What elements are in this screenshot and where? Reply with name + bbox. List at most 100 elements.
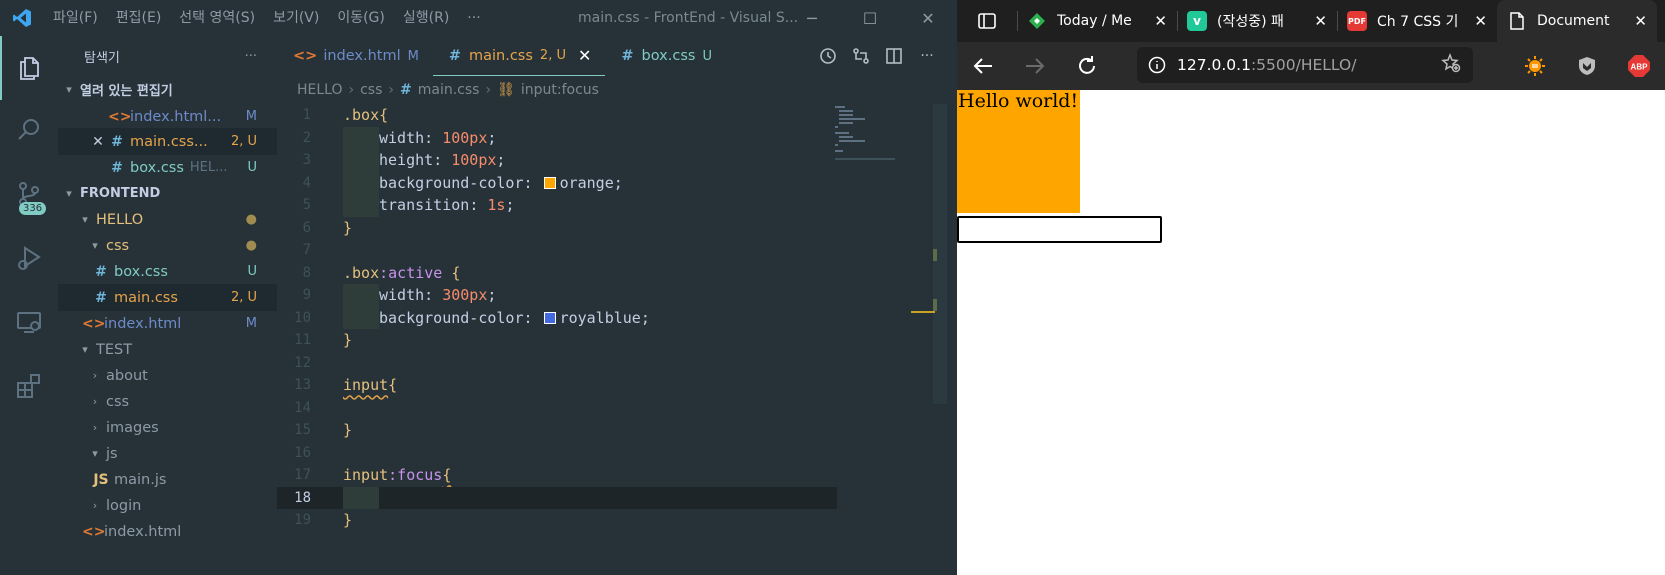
file-item[interactable]: JS main.js [58, 466, 277, 493]
back-icon[interactable] [957, 42, 1009, 90]
menu-go[interactable]: 이동(G) [328, 0, 394, 36]
close-tab-icon[interactable]: ✕ [1634, 12, 1647, 30]
menu-run[interactable]: 실행(R) [394, 0, 458, 36]
menu-more[interactable]: ··· [458, 0, 489, 36]
timeline-icon[interactable] [818, 46, 838, 66]
close-tab-icon[interactable]: ✕ [1154, 12, 1167, 30]
tab-box-css[interactable]: # box.css U [605, 36, 726, 76]
browser-tab[interactable]: Today / Me ✕ [1017, 0, 1177, 42]
folder-item[interactable]: › images [58, 414, 277, 441]
chevron-down-icon: ▾ [92, 239, 98, 252]
split-editor-icon[interactable] [884, 46, 904, 66]
code-line: 1 .box{ [277, 104, 837, 127]
css-selector: .box [343, 263, 380, 282]
code-line: 15 } [277, 419, 837, 442]
folder-item[interactable]: ▾ js [58, 440, 277, 467]
line-number: 11 [294, 332, 311, 349]
adblock-label: ABP [1631, 63, 1649, 72]
file-item[interactable]: # main.css 2, U [58, 284, 277, 311]
close-editor-icon[interactable]: ✕ [88, 134, 108, 150]
site-info-icon[interactable] [1137, 56, 1177, 74]
line-number: 2 [302, 129, 311, 146]
breadcrumb-item[interactable]: HELLO [297, 82, 343, 98]
close-brace: } [343, 421, 353, 440]
sun-extension-icon[interactable] [1509, 55, 1561, 77]
address-bar[interactable]: 127.0.0.1:5500/HELLO/ [1137, 47, 1473, 83]
remote-explorer-activity[interactable] [0, 292, 58, 356]
css-property: height [379, 151, 434, 170]
css-pseudo-class: :focus [388, 466, 443, 485]
scm-badge: 336 [19, 202, 47, 215]
adblock-icon[interactable]: ABP [1613, 54, 1665, 78]
close-icon[interactable]: ✕ [899, 0, 957, 36]
add-favorite-icon[interactable] [1441, 52, 1461, 77]
workspace-header[interactable]: ▾ FRONTEND [58, 180, 277, 207]
screen: 파일(F) 편집(E) 선택 영역(S) 보기(V) 이동(G) 실행(R) ·… [0, 0, 1665, 575]
folder-item[interactable]: ▾ HELLO ● [58, 206, 277, 233]
menu-file[interactable]: 파일(F) [44, 0, 107, 36]
code-line: 19 } [277, 509, 837, 532]
open-editor-item[interactable]: <> index.html... M [58, 103, 277, 130]
more-actions-icon[interactable]: ··· [917, 46, 937, 66]
code-editor[interactable]: 1 .box{ 2 width: 100px; 3 height: 100px;… [277, 104, 957, 575]
breadcrumb-item[interactable]: input:focus [521, 82, 599, 98]
orange-box[interactable]: Hello world! [957, 90, 1080, 213]
minimap[interactable] [835, 104, 895, 164]
tab-main-css[interactable]: # main.css 2, U ✕ [432, 36, 606, 76]
shield-extension-icon[interactable] [1561, 55, 1613, 77]
file-item[interactable]: <> index.html [58, 518, 277, 545]
menu-view[interactable]: 보기(V) [264, 0, 328, 36]
css-file-icon: # [621, 48, 634, 64]
search-icon [15, 116, 43, 148]
file-item[interactable]: # box.css U [58, 258, 277, 285]
folder-item[interactable]: ▾ TEST [58, 336, 277, 363]
compare-changes-icon[interactable] [851, 46, 871, 66]
close-tab-icon[interactable]: ✕ [578, 46, 591, 65]
run-debug-activity[interactable] [0, 228, 58, 292]
page-text-input[interactable] [957, 216, 1162, 243]
breadcrumb-item[interactable]: css [360, 82, 382, 98]
close-tab-icon[interactable]: ✕ [1474, 12, 1487, 30]
file-item[interactable]: <> index.html M [58, 310, 277, 337]
refresh-icon[interactable] [1061, 42, 1113, 90]
chevron-down-icon: ▾ [82, 213, 88, 226]
url-path: :5500/HELLO/ [1250, 56, 1357, 74]
browser-tab-active[interactable]: Document ✕ [1497, 0, 1657, 42]
source-control-activity[interactable]: 336 [0, 164, 58, 228]
minimize-icon[interactable]: ─ [783, 0, 841, 36]
file-name: index.html [104, 523, 182, 540]
forward-icon[interactable] [1009, 42, 1061, 90]
folder-name: HELLO [96, 211, 144, 228]
folder-item[interactable]: › about [58, 362, 277, 389]
open-editors-header[interactable]: ▾ 열려 있는 편집기 [58, 76, 277, 103]
css-file-icon: # [95, 263, 107, 280]
browser-toolbar: 127.0.0.1:5500/HELLO/ ABP [957, 42, 1665, 90]
maximize-icon[interactable]: ☐ [841, 0, 899, 36]
extensions-activity[interactable] [0, 356, 58, 420]
browser-tab[interactable]: v (작성중) 패 ✕ [1177, 0, 1337, 42]
open-editor-item[interactable]: ✕ # main.css... 2, U [58, 128, 277, 155]
browser-tab[interactable]: PDF Ch 7 CSS 기 ✕ [1337, 0, 1497, 42]
close-tab-icon[interactable]: ✕ [1314, 12, 1327, 30]
menu-selection[interactable]: 선택 영역(S) [170, 0, 264, 36]
tab-index-html[interactable]: <> index.html M [277, 36, 433, 76]
search-activity[interactable] [0, 100, 58, 164]
color-swatch-orange[interactable] [543, 176, 556, 189]
chevron-right-icon: › [348, 82, 355, 98]
css-selector: input [343, 466, 389, 485]
breadcrumb-item[interactable]: main.css [418, 82, 480, 98]
explorer-more-icon[interactable]: ··· [245, 49, 257, 64]
line-number: 9 [302, 287, 311, 304]
git-status-badge: 2, U [230, 290, 257, 305]
folder-item[interactable]: › css [58, 388, 277, 415]
folder-item[interactable]: ▾ css ● [58, 232, 277, 259]
overview-ruler[interactable] [901, 104, 957, 575]
explorer-activity[interactable] [0, 36, 58, 100]
color-swatch-royalblue[interactable] [543, 311, 556, 324]
editor-actions: ··· [818, 36, 937, 76]
folder-item[interactable]: › login [58, 492, 277, 519]
chevron-right-icon: › [388, 82, 395, 98]
tab-actions-icon[interactable] [957, 0, 1017, 42]
menu-edit[interactable]: 편집(E) [107, 0, 171, 36]
open-editor-item[interactable]: # box.css HEL... U [58, 154, 277, 181]
